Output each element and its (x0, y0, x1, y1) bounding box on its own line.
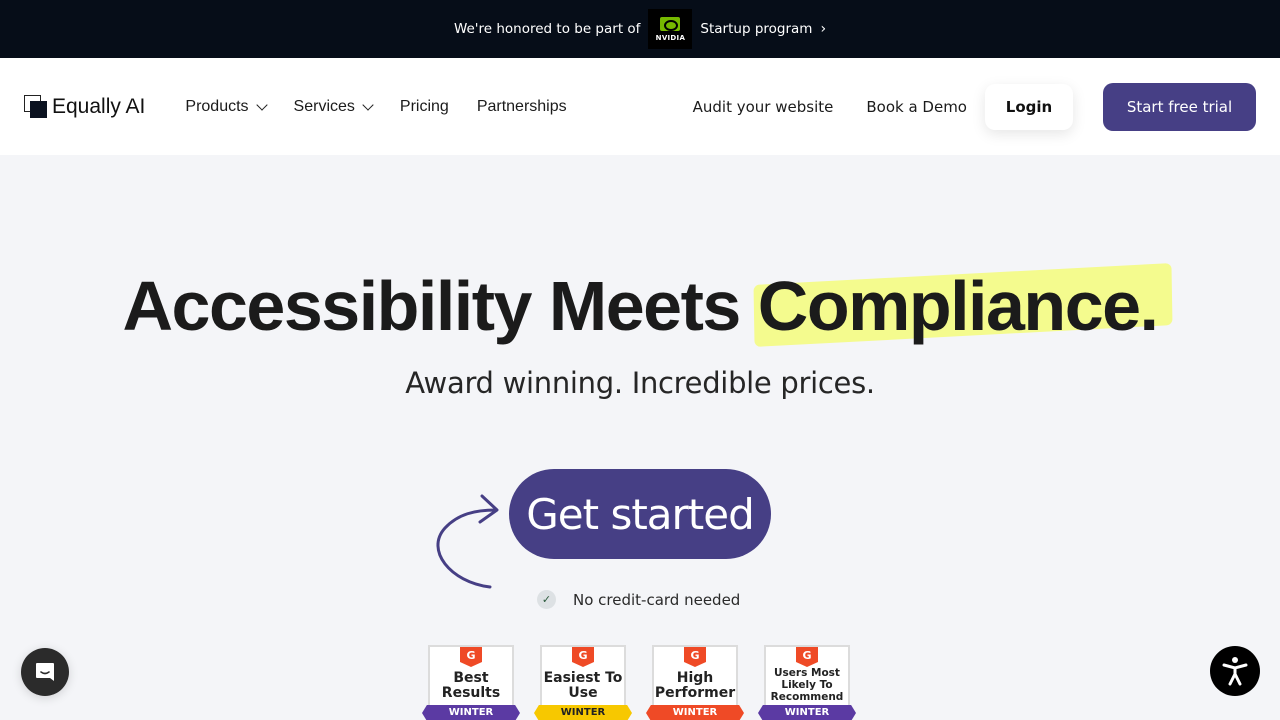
note-text: No credit-card needed (573, 590, 741, 609)
headline-highlight: Compliance. (757, 267, 1159, 345)
nav-item-services[interactable]: Services (293, 97, 374, 116)
curved-arrow-icon (436, 494, 499, 589)
nvidia-eye-icon (660, 16, 681, 31)
start-free-trial-button[interactable]: Start free trial (1103, 82, 1256, 131)
accessibility-widget-button[interactable] (1210, 646, 1260, 696)
nav-menu: Products Services Pricing Partnerships (185, 98, 566, 116)
headline-text: Accessibility Meets (122, 267, 758, 345)
award-badge: G High Performer WINTER (646, 645, 744, 720)
nav-item-partnerships[interactable]: Partnerships (477, 98, 567, 116)
badge-ribbon: WINTER (422, 705, 520, 720)
nav-actions: Audit your website Book a Demo Login Sta… (693, 82, 1256, 131)
award-badge: G Best Results WINTER (422, 645, 520, 720)
badge-title: Easiest To Use (543, 670, 623, 701)
book-demo-link[interactable]: Book a Demo (866, 98, 967, 116)
logo-icon (24, 94, 48, 119)
chat-widget-button[interactable] (21, 648, 69, 696)
logo-text: Equally AI (52, 94, 146, 118)
logo[interactable]: Equally AI (24, 94, 146, 119)
badge-ribbon: WINTER (646, 705, 744, 720)
announcement-suffix[interactable]: Startup program (700, 21, 812, 37)
hero-subheading: Award winning. Incredible prices. (405, 366, 875, 400)
login-button[interactable]: Login (985, 83, 1073, 130)
nav-item-products[interactable]: Products (185, 97, 268, 116)
badge-title: Users Most Likely To Recommend (770, 667, 844, 703)
award-badges: G Best Results WINTER G Easiest To Use W… (422, 645, 856, 720)
badge-ribbon: WINTER (758, 705, 856, 720)
badge-title: Best Results (441, 670, 501, 701)
get-started-button[interactable]: Get started (509, 469, 771, 559)
chevron-down-icon (362, 98, 374, 111)
nav-item-label: Products (185, 97, 249, 115)
badge-ribbon: WINTER (534, 705, 632, 720)
award-badge: G Easiest To Use WINTER (534, 645, 632, 720)
top-navigation: Equally AI Products Services Pricing Par… (0, 58, 1280, 155)
audit-website-link[interactable]: Audit your website (693, 98, 834, 116)
nav-item-label: Pricing (399, 97, 449, 115)
announcement-bar[interactable]: We're honored to be part of NVIDIA Start… (0, 0, 1280, 58)
accessibility-icon (1222, 657, 1248, 686)
hero-headline: Accessibility Meets Compliance. (0, 266, 1280, 346)
check-icon: ✓ (537, 590, 556, 609)
chevron-down-icon (255, 98, 268, 111)
award-badge: G Users Most Likely To Recommend WINTER (758, 645, 856, 720)
nav-item-label: Services (293, 97, 355, 115)
nvidia-logo: NVIDIA (648, 9, 693, 49)
nav-item-label: Partnerships (476, 97, 567, 115)
chevron-right-icon: › (820, 21, 827, 37)
announcement-prefix: We're honored to be part of (453, 21, 641, 37)
nav-item-pricing[interactable]: Pricing (400, 98, 449, 116)
chat-icon (36, 663, 54, 681)
no-credit-card-note: ✓ No credit-card needed (537, 590, 740, 609)
badge-title: High Performer (654, 670, 736, 701)
nvidia-wordmark: NVIDIA (655, 33, 686, 42)
